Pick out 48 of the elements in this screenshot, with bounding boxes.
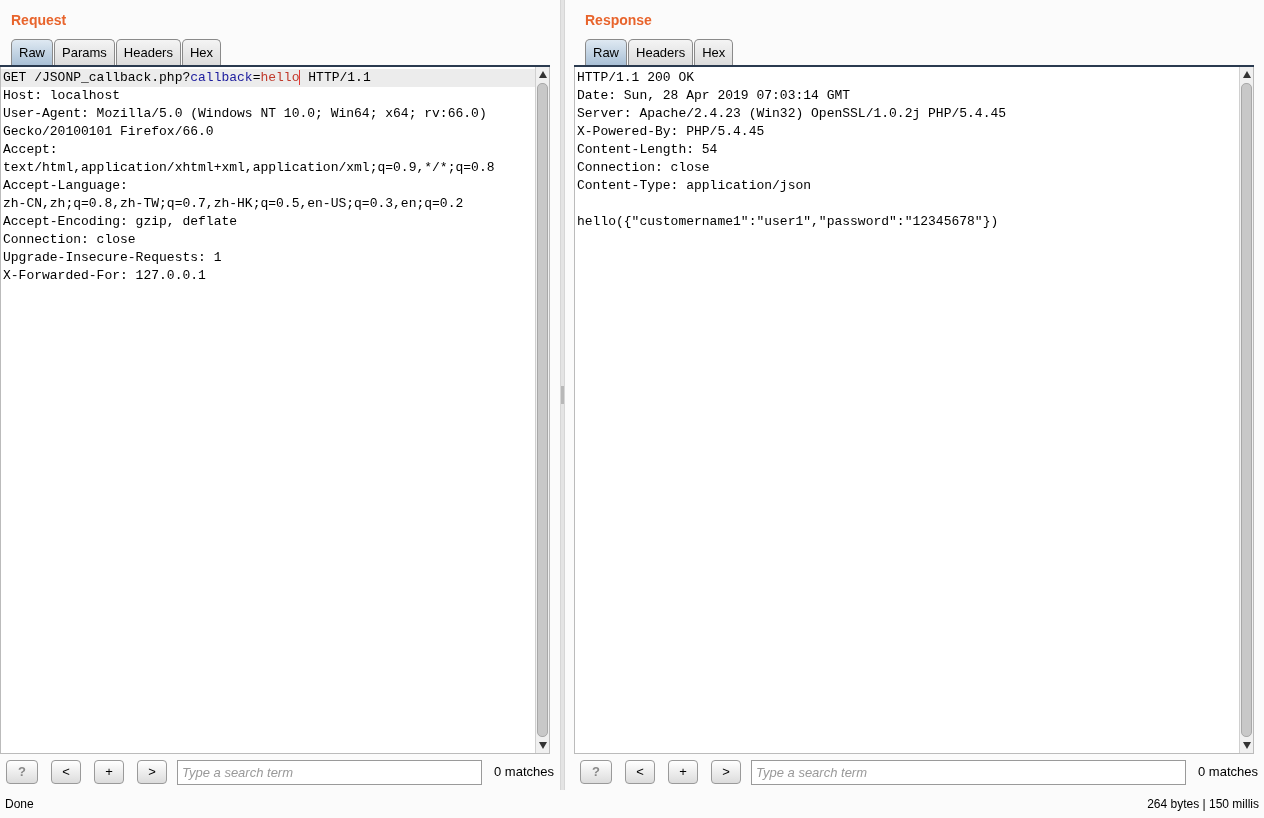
scroll-thumb[interactable]	[537, 83, 548, 737]
pane-title: Response	[584, 11, 653, 30]
search-field[interactable]: Type a search term	[177, 759, 482, 785]
scroll-down-icon[interactable]	[537, 739, 548, 751]
code-line: Accept:	[2, 141, 59, 159]
tab[interactable]: Hex	[181, 39, 222, 65]
code-line: Host: localhost	[2, 87, 122, 105]
code-line: Connection: close	[576, 159, 711, 177]
code-line: zh-CN,zh;q=0.8,zh-TW;q=0.7,zh-HK;q=0.5,en-US;q=0.3,en;q=0.2	[2, 195, 465, 213]
scroll-thumb[interactable]	[1241, 83, 1252, 737]
scroll-up-icon[interactable]	[1241, 69, 1252, 81]
tab[interactable]: Params	[54, 39, 115, 65]
match-count: 0 matches	[1198, 763, 1258, 782]
match-count: 0 matches	[494, 763, 554, 782]
nav-button[interactable]: +	[94, 760, 124, 784]
code-line: Server: Apache/2.4.23 (Win32) OpenSSL/1.0.2j PHP/5.4.45	[576, 105, 1008, 123]
scroll-down-icon[interactable]	[1241, 739, 1252, 751]
tab[interactable]: Headers	[628, 39, 694, 65]
code-line: X-Powered-By: PHP/5.4.45	[576, 123, 766, 141]
search-field[interactable]: Type a search term	[751, 759, 1186, 785]
nav-button[interactable]: >	[711, 760, 741, 784]
code-line: Content-Length: 54	[576, 141, 719, 159]
nav-button[interactable]: +	[668, 760, 698, 784]
nav-button[interactable]: <	[51, 760, 81, 784]
scroll-up-icon[interactable]	[537, 69, 548, 81]
code-line: HTTP/1.1 200 OK	[576, 69, 696, 87]
code-line: Content-Type: application/json	[576, 177, 813, 195]
nav-button[interactable]: >	[137, 760, 167, 784]
tab[interactable]: Raw	[585, 39, 627, 65]
tab[interactable]: Raw	[11, 39, 53, 65]
code-line: hello({"customername1":"user1","password":"12345678"})	[576, 213, 1000, 231]
code-line: Accept-Encoding: gzip, deflate	[2, 213, 239, 231]
scrollbar[interactable]	[1239, 67, 1253, 753]
code-line: Accept-Language:	[2, 177, 129, 195]
code-line: X-Forwarded-For: 127.0.0.1	[2, 267, 207, 285]
code-line: text/html,application/xhtml+xml,application/xml;q=0.9,*/*;q=0.8	[2, 159, 496, 177]
pane-title: Request	[10, 11, 68, 30]
code-line: Connection: close	[2, 231, 137, 249]
scrollbar[interactable]	[535, 67, 549, 753]
code-line: Date: Sun, 28 Apr 2019 07:03:14 GMT	[576, 87, 852, 105]
nav-button[interactable]: <	[625, 760, 655, 784]
response-stats: 264 bytes | 150 millis	[1147, 796, 1259, 813]
status-text: Done	[5, 796, 34, 813]
code-line: User-Agent: Mozilla/5.0 (Windows NT 10.0; Win64; x64; rv:66.0)	[2, 105, 488, 123]
code-line: Upgrade-Insecure-Requests: 1	[2, 249, 223, 267]
code-line: Gecko/20100101 Firefox/66.0	[2, 123, 215, 141]
tab[interactable]: Headers	[115, 39, 181, 65]
tab[interactable]: Hex	[694, 39, 734, 65]
